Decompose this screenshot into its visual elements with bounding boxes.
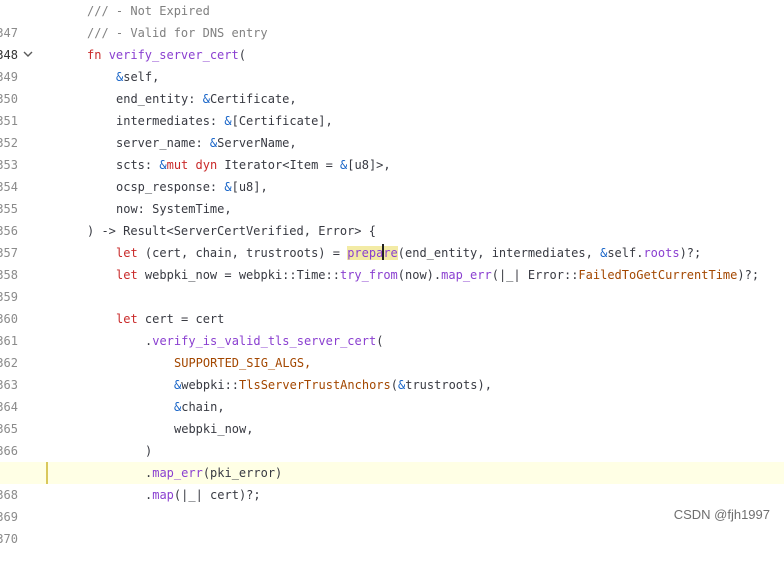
code-line[interactable]: 362 .verify_is_valid_tls_server_cert( <box>0 330 784 370</box>
code-line[interactable]: 349 fn verify_server_cert( <box>0 44 784 84</box>
code-text: .map_err(pki_error) <box>145 466 283 480</box>
code-line[interactable]: 369 .map(|_| cert)?; <box>0 484 784 524</box>
code-line[interactable]: 347 /// - Not Expired <box>0 0 784 40</box>
code-line[interactable]: 354 scts: &mut dyn Iterator<Item = &[u8]… <box>0 154 784 194</box>
code-line-active[interactable]: 368 .map_err(pki_error) <box>0 462 784 502</box>
text-cursor <box>382 244 385 260</box>
code-text: ocsp_response: &[u8], <box>116 180 268 194</box>
code-line[interactable]: 358 let (cert, chain, trustroots) = prep… <box>0 242 784 282</box>
code-text: .verify_is_valid_tls_server_cert( <box>145 334 384 348</box>
code-text: let cert = cert <box>116 312 225 326</box>
code-text: ) -> Result<ServerCertVerified, Error> { <box>87 224 376 238</box>
code-line[interactable]: 348 /// - Valid for DNS entry <box>0 22 784 62</box>
code-line[interactable]: 360 <box>0 286 784 326</box>
code-text: let (cert, chain, trustroots) = prepare(… <box>116 244 702 260</box>
code-text: &chain, <box>174 400 225 414</box>
code-text: webpki_now, <box>174 422 254 436</box>
code-text: .map(|_| cert)?; <box>145 488 261 502</box>
code-line[interactable]: 367 ) <box>0 440 784 480</box>
code-text: let webpki_now = webpki::Time::try_from(… <box>116 268 760 282</box>
code-text: fn verify_server_cert( <box>87 48 246 62</box>
code-text: now: SystemTime, <box>116 202 232 216</box>
code-line[interactable]: 363 SUPPORTED_SIG_ALGS, <box>0 352 784 392</box>
code-line[interactable]: 359 let webpki_now = webpki::Time::try_f… <box>0 264 784 304</box>
line-number: 370 <box>0 532 18 546</box>
code-line[interactable]: 356 now: SystemTime, <box>0 198 784 238</box>
code-text: /// - Not Expired <box>87 4 210 18</box>
code-line[interactable]: 352 intermediates: &[Certificate], <box>0 110 784 150</box>
code-line[interactable]: 355 ocsp_response: &[u8], <box>0 176 784 216</box>
code-editor[interactable]: 347 /// - Not Expired 348 /// - Valid fo… <box>0 0 784 546</box>
code-line[interactable]: 366 webpki_now, <box>0 418 784 458</box>
code-line[interactable]: 353 server_name: &ServerName, <box>0 132 784 172</box>
code-line[interactable]: 351 end_entity: &Certificate, <box>0 88 784 128</box>
code-line[interactable]: 370 <box>0 506 784 546</box>
code-line[interactable]: 357 ) -> Result<ServerCertVerified, Erro… <box>0 220 784 260</box>
code-text: &self, <box>116 70 160 84</box>
code-text: server_name: &ServerName, <box>116 136 297 150</box>
code-text: intermediates: &[Certificate], <box>116 114 333 128</box>
code-line[interactable]: 361 let cert = cert <box>0 308 784 348</box>
code-text: &webpki::TlsServerTrustAnchors(&trustroo… <box>174 378 492 392</box>
code-text: scts: &mut dyn Iterator<Item = &[u8]>, <box>116 158 391 172</box>
watermark: CSDN @fjh1997 <box>673 507 770 522</box>
code-line[interactable]: 350 &self, <box>0 66 784 106</box>
code-text: SUPPORTED_SIG_ALGS, <box>174 356 312 370</box>
chevron-down-icon[interactable] <box>23 49 33 59</box>
code-text: /// - Valid for DNS entry <box>87 26 268 40</box>
code-text: ) <box>145 444 153 458</box>
code-text: end_entity: &Certificate, <box>116 92 297 106</box>
code-line[interactable]: 364 &webpki::TlsServerTrustAnchors(&trus… <box>0 374 784 414</box>
code-line[interactable]: 365 &chain, <box>0 396 784 436</box>
